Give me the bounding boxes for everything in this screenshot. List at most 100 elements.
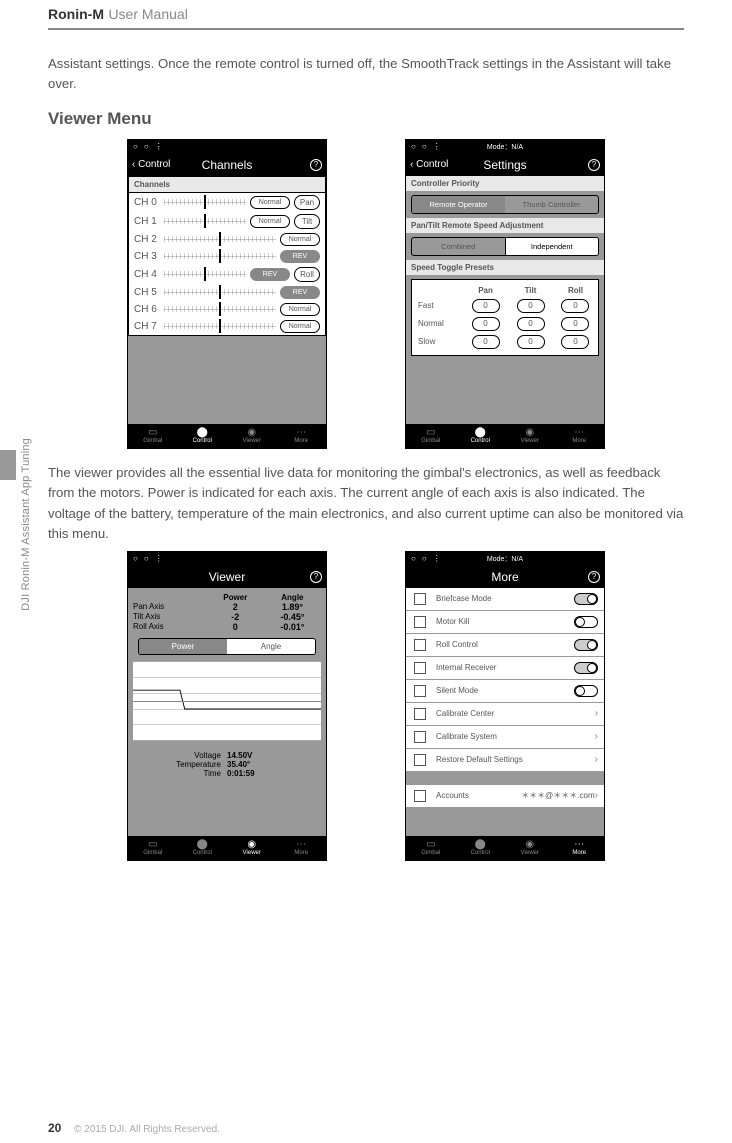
viewer-segment[interactable]: Power Angle (138, 638, 316, 655)
more-item[interactable]: Internal Receiver (406, 657, 604, 679)
nav-control[interactable]: ⬤Control (456, 836, 506, 860)
user-icon (412, 790, 428, 802)
opt-thumb-controller[interactable]: Thumb Controller (505, 196, 598, 213)
back-button[interactable]: ‹ Control (132, 159, 170, 170)
opt-combined[interactable]: Combined (412, 238, 505, 255)
help-icon[interactable]: ? (588, 159, 600, 171)
channel-slider[interactable] (164, 289, 276, 295)
item-label: Calibrate System (436, 732, 595, 741)
nav-gimbal[interactable]: ▭Gimbal (128, 836, 178, 860)
channel-row: CH 0 Normal Pan (129, 193, 325, 212)
more-item[interactable]: Motor Kill (406, 611, 604, 633)
item-label: Silent Mode (436, 686, 574, 695)
title-bar: ‹ Control Channels ? (128, 154, 326, 176)
nav-control[interactable]: ⬤Control (178, 424, 228, 448)
speed-toggle-label: Speed Toggle Presets (406, 260, 604, 275)
toggle[interactable] (574, 593, 598, 605)
channel-mode-pill[interactable]: REV (250, 268, 290, 281)
channel-slider[interactable] (164, 271, 246, 277)
nav-more[interactable]: ⋯More (277, 424, 327, 448)
system-info: Voltage14.50V Temperature35.40° Time0:01… (148, 751, 306, 778)
seg-power[interactable]: Power (139, 639, 227, 654)
fast-roll[interactable]: 0 (561, 299, 589, 313)
channel-mode-pill[interactable]: REV (280, 286, 320, 299)
channel-slider[interactable] (164, 218, 246, 224)
channel-slider[interactable] (164, 199, 246, 205)
controller-priority-segment[interactable]: Remote Operator Thumb Controller (411, 195, 599, 214)
channel-row: CH 7Normal (129, 318, 325, 335)
nav-gimbal[interactable]: ▭Gimbal (128, 424, 178, 448)
item-icon (412, 708, 428, 720)
nav-more[interactable]: ⋯More (555, 836, 605, 860)
more-item[interactable]: Restore Default Settings› (406, 749, 604, 771)
item-label: Roll Control (436, 640, 574, 649)
more-item[interactable]: Calibrate Center› (406, 703, 604, 725)
fast-tilt[interactable]: 0 (517, 299, 545, 313)
item-label: Restore Default Settings (436, 755, 595, 764)
opt-independent[interactable]: Independent (505, 238, 599, 255)
nav-gimbal[interactable]: ▭Gimbal (406, 836, 456, 860)
intro-paragraph: Assistant settings. Once the remote cont… (48, 54, 684, 95)
normal-tilt[interactable]: 0 (517, 317, 545, 331)
toggle[interactable] (574, 685, 598, 697)
normal-roll[interactable]: 0 (561, 317, 589, 331)
channel-label: CH 0 (134, 197, 164, 208)
channel-mode-pill[interactable]: Normal (250, 215, 290, 228)
more-item[interactable]: Silent Mode (406, 680, 604, 702)
channel-mode-pill[interactable]: Normal (280, 233, 320, 246)
toggle[interactable] (574, 639, 598, 651)
speed-adjust-segment[interactable]: Combined Independent (411, 237, 599, 256)
item-label: Internal Receiver (436, 663, 574, 672)
accounts-row[interactable]: Accounts ＊＊＊@＊＊＊.com › (406, 785, 604, 807)
channel-mode-pill[interactable]: Normal (250, 196, 290, 209)
channel-slider[interactable] (164, 323, 276, 329)
opt-remote-operator[interactable]: Remote Operator (412, 196, 505, 213)
fast-pan[interactable]: 0 (472, 299, 500, 313)
help-icon[interactable]: ? (310, 571, 322, 583)
slow-pan[interactable]: 0 (472, 335, 500, 349)
nav-gimbal[interactable]: ▭Gimbal (406, 424, 456, 448)
more-item[interactable]: Roll Control (406, 634, 604, 656)
nav-viewer[interactable]: ◉Viewer (505, 836, 555, 860)
axis-readout: PowerAngle Pan Axis21.89° Tilt Axis-2-0.… (133, 593, 321, 632)
channel-slider[interactable] (164, 306, 276, 312)
more-item[interactable]: Calibrate System› (406, 726, 604, 748)
bottom-nav: ▭Gimbal ⬤Control ◉Viewer ⋯More (128, 424, 326, 448)
nav-control[interactable]: ⬤Control (178, 836, 228, 860)
toggle[interactable] (574, 616, 598, 628)
channel-label: CH 6 (134, 304, 164, 315)
channel-mode-pill[interactable]: REV (280, 250, 320, 263)
back-button[interactable]: ‹ Control (410, 159, 448, 170)
nav-viewer[interactable]: ◉Viewer (227, 424, 277, 448)
channel-slider[interactable] (164, 236, 276, 242)
nav-more[interactable]: ⋯More (555, 424, 605, 448)
channel-mode-pill[interactable]: Normal (280, 320, 320, 333)
screen-title: Viewer (209, 570, 245, 584)
title-bar: ‹ Control Settings ? (406, 154, 604, 176)
page-number: 20 (48, 1121, 61, 1135)
seg-angle[interactable]: Angle (227, 639, 315, 654)
normal-pan[interactable]: 0 (472, 317, 500, 331)
channel-axis-pill[interactable]: Roll (294, 267, 320, 282)
channel-row: CH 4REVRoll (129, 265, 325, 284)
toggle[interactable] (574, 662, 598, 674)
item-icon (412, 662, 428, 674)
header-product: Ronin-M (48, 6, 104, 22)
channel-axis-pill[interactable]: Tilt (294, 214, 320, 229)
more-item[interactable]: Briefcase Mode (406, 588, 604, 610)
nav-viewer[interactable]: ◉Viewer (505, 424, 555, 448)
help-icon[interactable]: ? (310, 159, 322, 171)
nav-more[interactable]: ⋯More (277, 836, 327, 860)
slow-tilt[interactable]: 0 (517, 335, 545, 349)
channel-mode-pill[interactable]: Normal (280, 303, 320, 316)
title-bar: More ? (406, 566, 604, 588)
channel-axis-pill[interactable]: Pan (294, 195, 320, 210)
help-icon[interactable]: ? (588, 571, 600, 583)
channel-slider[interactable] (164, 253, 276, 259)
nav-viewer[interactable]: ◉Viewer (227, 836, 277, 860)
phone-channels: ○○⋮ ‹ Control Channels ? Channels CH 0No… (127, 139, 327, 449)
nav-control[interactable]: ⬤Control (456, 424, 506, 448)
channel-row: CH 3REV (129, 248, 325, 265)
slow-roll[interactable]: 0 (561, 335, 589, 349)
channel-label: CH 5 (134, 287, 164, 298)
